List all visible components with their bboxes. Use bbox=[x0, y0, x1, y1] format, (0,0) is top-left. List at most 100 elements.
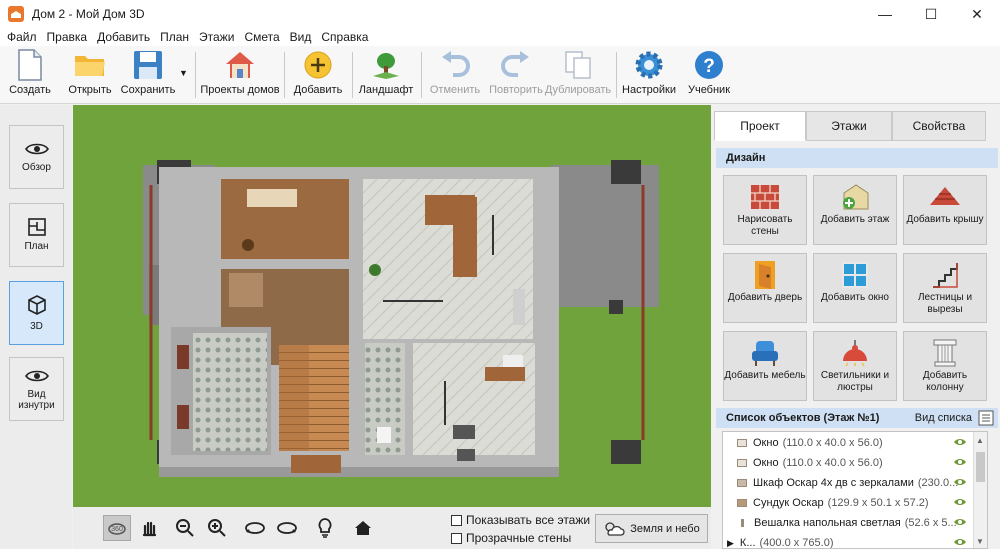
menu-floors[interactable]: Этажи bbox=[194, 30, 239, 44]
toolbar: Создать Открыть Сохранить ▼ Проекты домо… bbox=[0, 46, 1000, 104]
add-button[interactable]: Добавить bbox=[290, 48, 346, 102]
earth-sky-label: Земля и небо bbox=[630, 522, 700, 535]
tab-properties[interactable]: Свойства bbox=[892, 111, 986, 141]
save-dropdown-icon[interactable]: ▼ bbox=[179, 68, 188, 78]
list-item[interactable]: ▶ К... (400.0 x 765.0) bbox=[723, 533, 973, 549]
menu-view[interactable]: Вид bbox=[285, 30, 317, 44]
object-dims: (110.0 x 40.0 x 56.0) bbox=[782, 437, 883, 449]
floor-plan-icon bbox=[27, 218, 46, 236]
tab-project[interactable]: Проект bbox=[714, 111, 806, 141]
visibility-eye-icon[interactable] bbox=[953, 477, 967, 487]
menu-help[interactable]: Справка bbox=[316, 30, 373, 44]
transparent-walls-checkbox[interactable]: Прозрачные стены bbox=[451, 531, 571, 545]
add-window-button[interactable]: Добавить окно bbox=[813, 253, 897, 323]
settings-button[interactable]: Настройки bbox=[622, 48, 676, 102]
add-column-button[interactable]: Добавить колонну bbox=[903, 331, 987, 401]
view-mode-panel: Обзор План 3D Вид изнутри bbox=[0, 105, 72, 549]
draw-walls-button[interactable]: Нарисовать стены bbox=[723, 175, 807, 245]
menu-plan[interactable]: План bbox=[155, 30, 194, 44]
home-view-button[interactable] bbox=[349, 515, 377, 541]
zoom-in-icon bbox=[208, 519, 226, 537]
pan-button[interactable] bbox=[135, 515, 163, 541]
house-projects-button[interactable]: Проекты домов bbox=[200, 48, 280, 102]
rotate-right-button[interactable] bbox=[273, 515, 301, 541]
menu-estimate[interactable]: Смета bbox=[239, 30, 284, 44]
toolbar-divider bbox=[195, 52, 196, 98]
visibility-eye-icon[interactable] bbox=[953, 517, 967, 527]
zoom-out-button[interactable] bbox=[171, 515, 199, 541]
scroll-up-icon[interactable]: ▲ bbox=[976, 436, 984, 445]
list-item[interactable]: Окно (110.0 x 40.0 x 56.0) bbox=[723, 453, 973, 473]
rotate-360-button[interactable]: 360 bbox=[103, 515, 131, 541]
close-button[interactable]: ✕ bbox=[954, 0, 1000, 28]
lighting-button[interactable] bbox=[311, 515, 339, 541]
object-dims: (110.0 x 40.0 x 56.0) bbox=[782, 457, 883, 469]
add-window-label: Добавить окно bbox=[821, 292, 889, 303]
open-button[interactable]: Открыть bbox=[66, 48, 114, 102]
minimize-button[interactable]: — bbox=[862, 0, 908, 28]
view-3d-button[interactable]: 3D bbox=[9, 281, 64, 345]
zoom-in-button[interactable] bbox=[203, 515, 231, 541]
add-furniture-button[interactable]: Добавить мебель bbox=[723, 331, 807, 401]
redo-button[interactable]: Повторить bbox=[488, 48, 544, 102]
create-button[interactable]: Создать bbox=[8, 48, 52, 102]
view-plan-button[interactable]: План bbox=[9, 203, 64, 267]
view-plan-label: План bbox=[24, 241, 49, 252]
visibility-eye-icon[interactable] bbox=[953, 437, 967, 447]
menu-file[interactable]: Файл bbox=[2, 30, 42, 44]
tutorial-button[interactable]: ? Учебник bbox=[684, 48, 734, 102]
house-icon bbox=[223, 48, 257, 82]
pillar bbox=[611, 440, 641, 464]
add-door-button[interactable]: Добавить дверь bbox=[723, 253, 807, 323]
undo-label: Отменить bbox=[429, 84, 481, 96]
scrollbar-thumb[interactable] bbox=[976, 452, 985, 482]
list-item[interactable]: Сундук Оскар (129.9 x 50.1 x 57.2) bbox=[723, 493, 973, 513]
visibility-eye-icon[interactable] bbox=[953, 457, 967, 467]
earth-sky-button[interactable]: Земля и небо bbox=[595, 514, 708, 543]
menu-add[interactable]: Добавить bbox=[92, 30, 155, 44]
object-list-scrollbar[interactable]: ▲ ▼ bbox=[973, 432, 987, 548]
duplicate-button[interactable]: Дублировать bbox=[545, 48, 611, 102]
window-object-icon bbox=[737, 459, 747, 467]
menu-edit[interactable]: Правка bbox=[42, 30, 93, 44]
add-floor-button[interactable]: Добавить этаж bbox=[813, 175, 897, 245]
object-dims: (52.6 x 5... bbox=[904, 517, 957, 529]
object-list: Окно (110.0 x 40.0 x 56.0) Окно (110.0 x… bbox=[722, 431, 988, 549]
rotate-left-button[interactable] bbox=[241, 515, 269, 541]
list-view-toggle[interactable]: Вид списка bbox=[915, 412, 972, 424]
show-all-floors-checkbox[interactable]: Показывать все этажи bbox=[451, 513, 590, 527]
undo-icon bbox=[438, 48, 472, 82]
window-title: Дом 2 - Мой Дом 3D bbox=[32, 7, 145, 21]
visibility-eye-icon[interactable] bbox=[953, 537, 967, 547]
lights-button[interactable]: Светильники и люстры bbox=[813, 331, 897, 401]
rotate-left-icon bbox=[245, 522, 265, 534]
undo-button[interactable]: Отменить bbox=[428, 48, 482, 102]
list-view-icon[interactable] bbox=[978, 410, 994, 429]
save-button[interactable]: Сохранить bbox=[120, 48, 176, 102]
svg-text:?: ? bbox=[703, 56, 715, 77]
list-item[interactable]: Окно (110.0 x 40.0 x 56.0) bbox=[723, 433, 973, 453]
tab-floors[interactable]: Этажи bbox=[806, 111, 892, 141]
help-icon: ? bbox=[692, 48, 726, 82]
checkbox-box[interactable] bbox=[451, 514, 462, 526]
maximize-button[interactable]: ☐ bbox=[908, 0, 954, 28]
checkbox-box[interactable] bbox=[451, 532, 462, 544]
add-roof-button[interactable]: Добавить крышу bbox=[903, 175, 987, 245]
view-inside-button[interactable]: Вид изнутри bbox=[9, 357, 64, 421]
list-item[interactable]: Шкаф Оскар 4х дв с зеркалами (230.0... bbox=[723, 473, 973, 493]
3d-viewport[interactable] bbox=[73, 105, 711, 507]
object-name: Вешалка напольная светлая bbox=[754, 517, 901, 529]
chest-object-icon bbox=[737, 499, 747, 507]
list-item[interactable]: Вешалка напольная светлая (52.6 x 5... bbox=[723, 513, 973, 533]
open-label: Открыть bbox=[68, 84, 112, 96]
roof-icon bbox=[928, 182, 962, 212]
eye-icon bbox=[24, 143, 49, 155]
view-overview-button[interactable]: Обзор bbox=[9, 125, 64, 189]
stairs-cutouts-button[interactable]: Лестницы и вырезы bbox=[903, 253, 987, 323]
expand-arrow-icon[interactable]: ▶ bbox=[727, 538, 734, 549]
transparent-walls-label: Прозрачные стены bbox=[466, 531, 572, 545]
visibility-eye-icon[interactable] bbox=[953, 497, 967, 507]
scroll-down-icon[interactable]: ▼ bbox=[976, 537, 984, 546]
gear-icon bbox=[632, 48, 666, 82]
landscape-button[interactable]: Ландшафт bbox=[358, 48, 414, 102]
